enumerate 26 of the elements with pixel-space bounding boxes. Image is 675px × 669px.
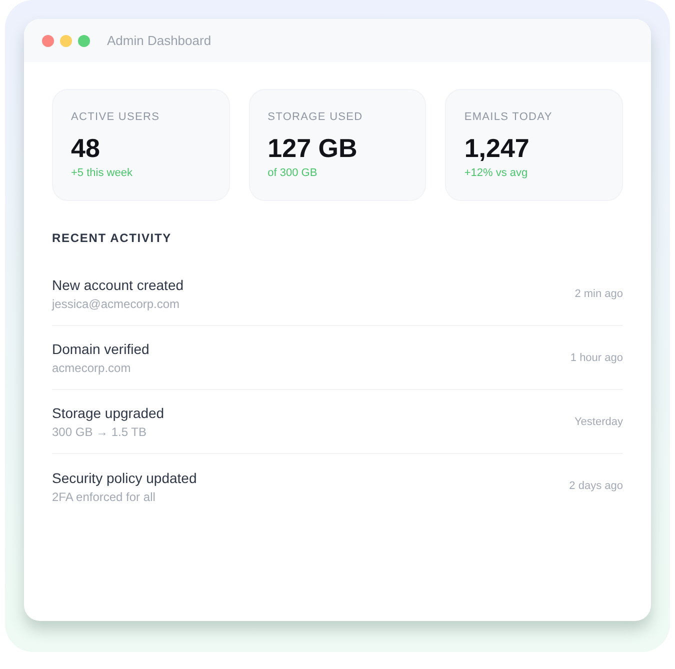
stat-value: 1,247: [464, 134, 530, 162]
activity-time: 2 min ago: [574, 286, 623, 302]
activity-title: Security policy updated: [52, 468, 197, 488]
activity-title: Storage upgraded: [52, 404, 164, 423]
section-heading: RECENT ACTIVITY: [52, 230, 172, 246]
stat-value: 48: [71, 134, 101, 162]
activity-title: Domain verified: [52, 340, 150, 359]
activity-time: 2 days ago: [569, 479, 623, 494]
activity-detail: 300 GB → 1.5 TB: [52, 424, 148, 440]
activity-detail: 2FA enforced for all: [52, 488, 156, 504]
stat-note: of 300 GB: [268, 166, 318, 181]
activity-time: Yesterday: [574, 414, 623, 430]
stat-label: STORAGE USED: [268, 110, 364, 125]
stat-label: ACTIVE USERS: [71, 110, 161, 125]
stat-note: +12% vs avg: [464, 166, 529, 181]
stat-value: 127 GB: [268, 134, 358, 162]
activity-time: 1 hour ago: [570, 350, 623, 366]
minimize-button[interactable]: [60, 34, 72, 46]
activity-detail: acmecorp.com: [52, 360, 132, 376]
stat-note: +5 this week: [71, 166, 134, 181]
activity-title: New account created: [52, 276, 184, 295]
activity-detail: jessica@acmecorp.com: [52, 296, 181, 312]
window-title: Admin Dashboard: [107, 32, 212, 50]
maximize-button[interactable]: [78, 34, 90, 46]
close-button[interactable]: [42, 34, 54, 46]
stat-label: EMAILS TODAY: [464, 110, 554, 125]
